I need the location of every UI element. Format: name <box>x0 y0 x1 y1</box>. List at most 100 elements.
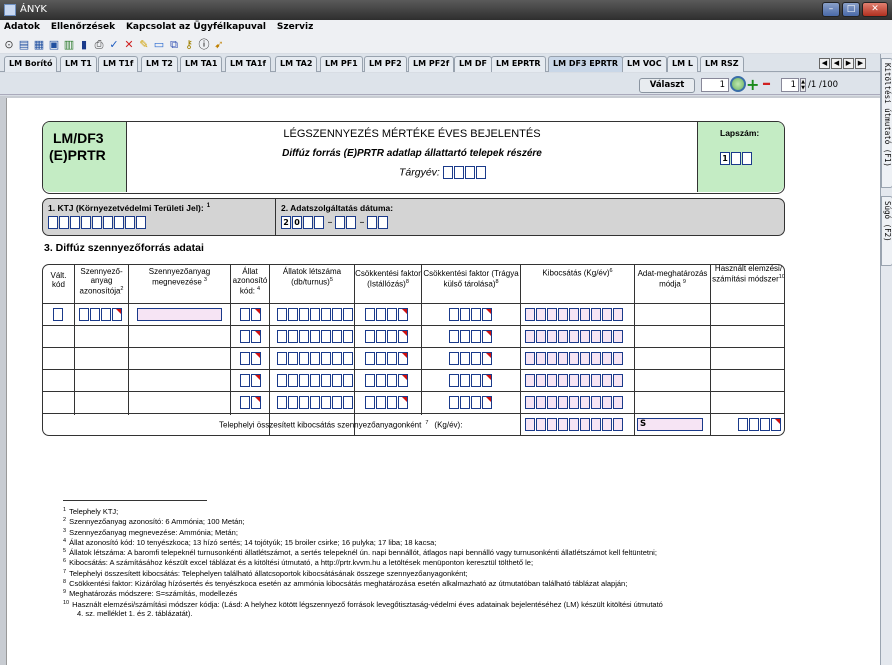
digit-cell[interactable] <box>482 396 492 409</box>
digit-cell[interactable] <box>387 330 397 343</box>
digit-cell[interactable] <box>525 396 535 409</box>
digit-cell[interactable] <box>240 352 250 365</box>
digit-cell[interactable] <box>332 396 342 409</box>
digit-cell[interactable] <box>321 396 331 409</box>
tab-lm-l[interactable]: LM L <box>667 56 698 72</box>
open-icon[interactable]: ⊙ <box>3 38 15 51</box>
digit-cell[interactable] <box>558 396 568 409</box>
digit-cell[interactable] <box>602 308 612 321</box>
zoom-in-icon[interactable]: + <box>746 75 759 94</box>
digit-cell[interactable] <box>536 308 546 321</box>
side-tab-kitoltesi-utmutato[interactable]: Kitöltési útmutató (F1) <box>881 58 892 188</box>
digit-cell[interactable] <box>90 308 100 321</box>
digit-cell[interactable] <box>536 374 546 387</box>
digit-cell[interactable] <box>602 396 612 409</box>
digit-cell[interactable] <box>299 396 309 409</box>
digit-cell[interactable] <box>547 396 557 409</box>
digit-cell[interactable] <box>558 418 568 431</box>
digit-cell[interactable] <box>387 352 397 365</box>
digit-cell[interactable] <box>376 396 386 409</box>
digit-cell[interactable] <box>460 374 470 387</box>
digit-cell[interactable] <box>343 308 353 321</box>
tab-lm-pf2f[interactable]: LM PF2f <box>408 56 455 72</box>
year-digit-cell[interactable] <box>464 166 475 179</box>
digit-cell[interactable] <box>580 352 590 365</box>
date-digit-cell[interactable]: 2 <box>281 216 291 229</box>
digit-cell[interactable] <box>398 330 408 343</box>
digit-cell[interactable] <box>365 396 375 409</box>
tab-lm-borito[interactable]: LM Borító <box>4 56 58 72</box>
highlight-icon[interactable]: ✎ <box>138 38 150 51</box>
date-digit-cell[interactable]: 0 <box>292 216 302 229</box>
printer-icon[interactable]: ⎙ <box>93 38 105 51</box>
ktj-digit-cell[interactable] <box>136 216 146 229</box>
digit-cell[interactable] <box>387 374 397 387</box>
digit-cell[interactable] <box>240 308 250 321</box>
digit-cell[interactable] <box>580 374 590 387</box>
upload-icon[interactable]: ▭ <box>153 38 165 51</box>
digit-cell[interactable] <box>321 352 331 365</box>
digit-cell[interactable] <box>321 308 331 321</box>
digit-cell[interactable] <box>332 308 342 321</box>
save-icon[interactable]: ▦ <box>33 38 45 51</box>
digit-cell[interactable] <box>471 374 481 387</box>
digit-cell[interactable] <box>558 330 568 343</box>
digit-cell[interactable] <box>332 374 342 387</box>
digit-cell[interactable] <box>251 308 261 321</box>
delete-icon[interactable]: ✕ <box>123 38 135 51</box>
digit-cell[interactable] <box>343 396 353 409</box>
digit-cell[interactable] <box>580 308 590 321</box>
digit-cell[interactable] <box>288 330 298 343</box>
digit-cell[interactable] <box>580 418 590 431</box>
digit-cell[interactable] <box>591 308 601 321</box>
digit-cell[interactable] <box>449 352 459 365</box>
digit-cell[interactable] <box>760 418 770 431</box>
digit-cell[interactable] <box>398 352 408 365</box>
digit-cell[interactable] <box>536 418 546 431</box>
digit-cell[interactable] <box>387 396 397 409</box>
digit-cell[interactable] <box>580 330 590 343</box>
tab-lm-t1[interactable]: LM T1 <box>60 56 97 72</box>
year-digit-cell[interactable] <box>442 166 453 179</box>
digit-cell[interactable] <box>580 396 590 409</box>
save-as-icon[interactable]: ▣ <box>48 38 60 51</box>
date-digit-cell[interactable] <box>367 216 377 229</box>
tab-lm-t1f[interactable]: LM T1f <box>98 56 139 72</box>
digit-cell[interactable] <box>602 352 612 365</box>
digit-cell[interactable] <box>471 352 481 365</box>
digit-cell[interactable] <box>240 330 250 343</box>
tab-lm-voc[interactable]: LM VOC <box>622 56 667 72</box>
ktj-digit-cell[interactable] <box>103 216 113 229</box>
year-digit-cell[interactable] <box>475 166 486 179</box>
menu-ellenorzesek[interactable]: Ellenőrzések <box>47 20 119 32</box>
digit-cell[interactable] <box>482 330 492 343</box>
digit-cell[interactable] <box>277 352 287 365</box>
digit-cell[interactable] <box>613 374 623 387</box>
cursor-icon[interactable]: ➹ <box>213 38 225 51</box>
digit-cell[interactable] <box>449 374 459 387</box>
digit-cell[interactable] <box>547 374 557 387</box>
digit-cell[interactable] <box>376 308 386 321</box>
minimize-button[interactable]: – <box>822 2 840 17</box>
digit-cell[interactable] <box>398 396 408 409</box>
digit-cell[interactable] <box>525 374 535 387</box>
digit-cell[interactable] <box>613 352 623 365</box>
digit-cell[interactable] <box>482 352 492 365</box>
digit-cell[interactable] <box>251 352 261 365</box>
digit-cell[interactable] <box>602 418 612 431</box>
digit-cell[interactable] <box>343 374 353 387</box>
date-digit-cell[interactable] <box>346 216 356 229</box>
digit-cell[interactable] <box>310 396 320 409</box>
digit-cell[interactable] <box>569 418 579 431</box>
menu-szerviz[interactable]: Szerviz <box>273 20 317 32</box>
digit-cell[interactable] <box>365 374 375 387</box>
digit-cell[interactable] <box>288 352 298 365</box>
new-icon[interactable]: ▤ <box>18 38 30 51</box>
digit-cell[interactable] <box>558 308 568 321</box>
digit-cell[interactable] <box>288 396 298 409</box>
digit-cell[interactable] <box>749 418 759 431</box>
first-tab-icon[interactable]: ◀ <box>819 58 830 69</box>
digit-cell[interactable] <box>365 308 375 321</box>
info-icon[interactable]: ⓘ <box>198 38 210 51</box>
digit-cell[interactable] <box>536 396 546 409</box>
